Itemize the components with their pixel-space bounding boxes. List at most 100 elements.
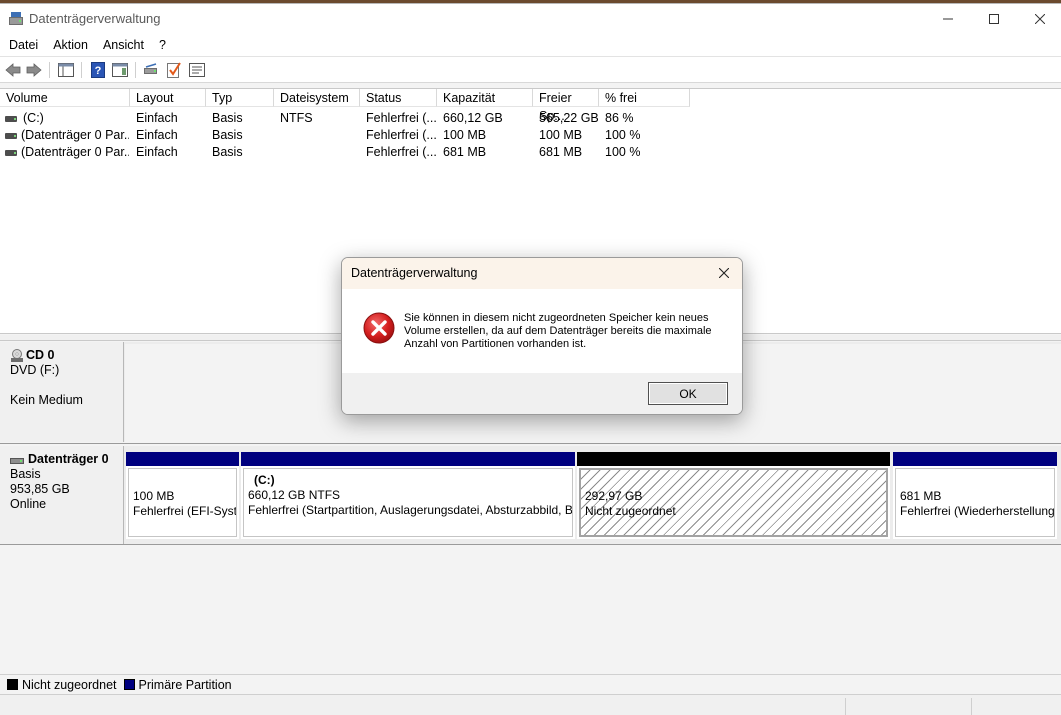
check-properties-button[interactable] <box>165 61 183 79</box>
dialog-title-bar: Datenträgerverwaltung <box>342 258 742 289</box>
minimize-button[interactable] <box>925 4 971 34</box>
forward-button[interactable] <box>25 61 43 79</box>
volume-status: Fehlerfrei (... <box>366 128 437 142</box>
close-window-button[interactable] <box>1017 4 1061 34</box>
legend-primary: Primäre Partition <box>138 677 232 692</box>
column-header-typ[interactable]: Typ <box>206 89 274 107</box>
disk-row-disk0[interactable]: Datenträger 0 Basis 953,85 GB Online 100… <box>0 446 1061 544</box>
column-header-freier-speicher[interactable]: Freier Sp... <box>533 89 599 123</box>
window-title: Datenträgerverwaltung <box>29 11 161 26</box>
legend-unallocated: Nicht zugeordnet <box>22 677 117 692</box>
disk-label-cd0[interactable]: CD 0 DVD (F:) Kein Medium <box>0 342 124 442</box>
partition-bar <box>893 452 1057 466</box>
toolbar: ? <box>0 56 1061 83</box>
volume-free-space: 681 MB <box>539 145 583 159</box>
forward-arrow-icon <box>26 63 42 77</box>
volume-filesystem: NTFS <box>280 111 313 125</box>
disk-connect-icon <box>144 63 157 74</box>
column-header-layout[interactable]: Layout <box>130 89 206 107</box>
volume-layout: Einfach <box>136 111 178 125</box>
volume-row[interactable]: (Datenträger 0 Par... Einfach Basis Fehl… <box>0 144 1061 161</box>
column-header-prozent-frei[interactable]: % frei <box>599 89 690 107</box>
title-bar: Datenträgerverwaltung <box>0 4 1061 34</box>
disk-state: Online <box>10 497 47 511</box>
close-icon <box>1035 14 1045 24</box>
partition-status: Nicht zugeordnet <box>585 504 676 518</box>
volume-percent-free: 100 % <box>605 145 641 159</box>
column-header-dateisystem[interactable]: Dateisystem <box>274 89 360 107</box>
action-pane-icon <box>112 63 128 77</box>
menu-help[interactable]: ? <box>151 34 173 56</box>
volume-type: Basis <box>212 128 243 142</box>
partition-efi[interactable]: 100 MB Fehlerfrei (EFI-Systempartition) <box>126 452 239 539</box>
partition-c[interactable]: (C:) 660,12 GB NTFS Fehlerfrei (Startpar… <box>241 452 575 539</box>
svg-text:?: ? <box>95 65 102 77</box>
show-action-pane-button[interactable] <box>111 61 129 79</box>
help-button[interactable]: ? <box>89 61 107 79</box>
disk-name: CD 0 <box>26 348 55 362</box>
volume-capacity: 100 MB <box>443 128 487 142</box>
volume-capacity: 681 MB <box>443 145 487 159</box>
disk-label-disk0[interactable]: Datenträger 0 Basis 953,85 GB Online <box>0 446 124 544</box>
partition-size: 100 MB <box>133 489 175 503</box>
menu-aktion[interactable]: Aktion <box>45 34 95 56</box>
partition-unallocated[interactable]: 292,97 GB Nicht zugeordnet <box>577 452 890 539</box>
partition-recovery[interactable]: 681 MB Fehlerfrei (Wiederherstellungspar… <box>893 452 1057 539</box>
volume-list-header: Volume Layout Typ Dateisystem Status Kap… <box>0 89 1061 123</box>
column-header-volume[interactable]: Volume <box>0 89 130 107</box>
disk-name: Datenträger 0 <box>28 452 109 466</box>
disk-size: 953,85 GB <box>10 482 70 496</box>
volume-name: (C:) <box>23 111 44 125</box>
menu-ansicht[interactable]: Ansicht <box>95 34 151 56</box>
properties-button[interactable] <box>188 61 206 79</box>
partition-status: Fehlerfrei (Wiederherstellungspartition) <box>900 504 1055 518</box>
volume-type: Basis <box>212 111 243 125</box>
partition-size: 292,97 GB <box>585 489 643 503</box>
ok-button[interactable]: OK <box>648 382 728 405</box>
help-icon: ? <box>91 62 105 78</box>
column-header-status[interactable]: Status <box>360 89 437 107</box>
partition-bar <box>577 452 890 466</box>
volume-name: (Datenträger 0 Par... <box>21 145 129 159</box>
partition-size: 660,12 GB NTFS <box>248 488 341 502</box>
properties-icon <box>189 63 205 77</box>
legend-swatch-unallocated <box>7 679 18 690</box>
dialog-title: Datenträgerverwaltung <box>351 266 478 280</box>
legend: Nicht zugeordnet Primäre Partition <box>0 674 1061 694</box>
drive-icon <box>5 150 17 156</box>
checklist-icon <box>167 62 181 78</box>
close-icon <box>719 268 729 278</box>
volume-status: Fehlerfrei (... <box>366 145 437 159</box>
dialog-body: Sie können in diesem nicht zugeordneten … <box>342 289 742 373</box>
partition-status: Fehlerfrei (Startpartition, Auslagerungs… <box>248 503 573 517</box>
column-header-kapazitaet[interactable]: Kapazität <box>437 89 533 107</box>
volume-row[interactable]: (Datenträger 0 Par... Einfach Basis Fehl… <box>0 127 1061 144</box>
maximize-button[interactable] <box>971 4 1017 34</box>
disk-type: Basis <box>10 467 41 481</box>
volume-row[interactable]: (C:) Einfach Basis NTFS Fehlerfrei (... … <box>0 110 1061 127</box>
disk-management-app-icon <box>9 12 23 25</box>
show-hide-console-button[interactable] <box>57 61 75 79</box>
partition-bar <box>241 452 575 466</box>
volume-capacity: 660,12 GB <box>443 111 503 125</box>
status-bar <box>0 694 1061 715</box>
back-button[interactable] <box>4 61 22 79</box>
drive-icon <box>5 116 17 122</box>
menu-bar: Datei Aktion Ansicht ? <box>0 34 1061 56</box>
volume-layout: Einfach <box>136 145 178 159</box>
drive-icon <box>5 133 17 139</box>
volume-free-space: 100 MB <box>539 128 583 142</box>
partition-size: 681 MB <box>900 489 942 503</box>
volume-percent-free: 86 % <box>605 111 634 125</box>
volume-type: Basis <box>212 145 243 159</box>
volume-name: (Datenträger 0 Par... <box>21 128 129 142</box>
volume-free-space: 565,22 GB <box>539 111 599 125</box>
volume-layout: Einfach <box>136 128 178 142</box>
dialog-close-button[interactable] <box>712 262 736 284</box>
connect-disk-button[interactable] <box>142 61 160 79</box>
volume-percent-free: 100 % <box>605 128 641 142</box>
cd-media-status: Kein Medium <box>10 393 83 407</box>
menu-datei[interactable]: Datei <box>0 34 45 56</box>
maximize-icon <box>989 14 999 24</box>
partition-status: Fehlerfrei (EFI-Systempartition) <box>133 504 237 518</box>
